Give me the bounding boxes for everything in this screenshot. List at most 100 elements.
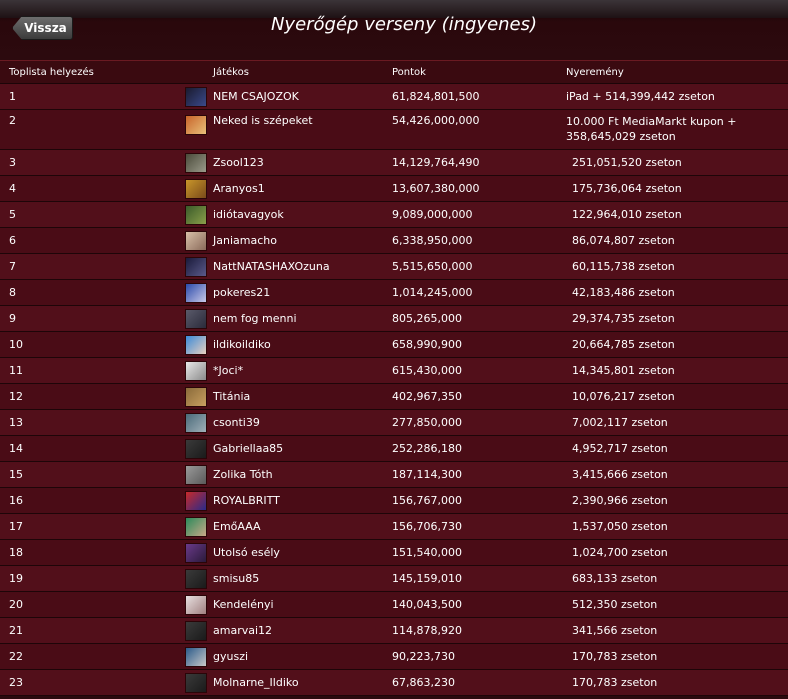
player-avatar[interactable] <box>185 621 207 641</box>
prize-text: 10.000 Ft MediaMarkt kupon + 358,645,029… <box>566 115 737 143</box>
player-name[interactable]: Titánia <box>213 384 250 409</box>
player-name[interactable]: EmőAAA <box>213 514 261 539</box>
prize-text: 60,115,738 zseton <box>572 260 675 273</box>
rank-cell: 12 <box>9 390 23 403</box>
leaderboard-row[interactable]: 4 Aranyos1 13,607,380,000 175,736,064 zseto… <box>0 176 788 202</box>
player-avatar[interactable] <box>185 361 207 381</box>
player-avatar[interactable] <box>185 257 207 277</box>
leaderboard-row[interactable]: 21 amarvai12 114,878,920 341,566 zseton <box>0 618 788 644</box>
leaderboard-row[interactable]: 22 gyuszi 90,223,730 170,783 zseton <box>0 644 788 670</box>
prize-text: 29,374,735 zseton <box>572 312 675 325</box>
player-name[interactable]: Aranyos1 <box>213 176 265 201</box>
points-cell: 5,515,650,000 <box>392 260 473 273</box>
player-name[interactable]: Janiamacho <box>213 228 277 253</box>
player-avatar[interactable] <box>185 647 207 667</box>
player-name[interactable]: NEM CSAJOZOK <box>213 84 299 109</box>
rank-cell: 13 <box>9 416 23 429</box>
player-name[interactable]: *Joci* <box>213 358 243 383</box>
prize-text: 251,051,520 zseton <box>572 156 682 169</box>
leaderboard-row[interactable]: 9 nem fog menni 805,265,000 29,374,735 zset… <box>0 306 788 332</box>
player-avatar[interactable] <box>185 413 207 433</box>
player-name[interactable]: Zsool123 <box>213 150 264 175</box>
prize-cell: 512,350 zseton <box>572 592 782 617</box>
player-avatar[interactable] <box>185 465 207 485</box>
leaderboard-row[interactable]: 8 pokeres21 1,014,245,000 42,183,486 zseton <box>0 280 788 306</box>
player-name[interactable]: Molnarne_Ildiko <box>213 670 299 695</box>
points-cell: 615,430,000 <box>392 364 462 377</box>
rank-cell: 22 <box>9 650 23 663</box>
prize-text: 512,350 zseton <box>572 598 658 611</box>
prize-text: 175,736,064 zseton <box>572 182 682 195</box>
player-avatar[interactable] <box>185 491 207 511</box>
player-avatar[interactable] <box>185 439 207 459</box>
player-avatar[interactable] <box>185 205 207 225</box>
player-avatar[interactable] <box>185 309 207 329</box>
prize-text: 2,390,966 zseton <box>572 494 668 507</box>
prize-cell: 10,076,217 zseton <box>572 384 782 409</box>
player-avatar[interactable] <box>185 179 207 199</box>
rank-cell: 8 <box>9 286 16 299</box>
leaderboard-row[interactable]: 13 csonti39 277,850,000 7,002,117 zseton <box>0 410 788 436</box>
leaderboard-row[interactable]: 18 Utolsó esély 151,540,000 1,024,700 zseto… <box>0 540 788 566</box>
leaderboard-row[interactable]: 15 Zolika Tóth 187,114,300 3,415,666 zseton <box>0 462 788 488</box>
rank-cell: 16 <box>9 494 23 507</box>
player-name[interactable]: idiótavagyok <box>213 202 284 227</box>
points-cell: 6,338,950,000 <box>392 234 473 247</box>
player-name[interactable]: smisu85 <box>213 566 259 591</box>
prize-cell: 86,074,807 zseton <box>572 228 782 253</box>
player-avatar[interactable] <box>185 387 207 407</box>
player-avatar[interactable] <box>185 115 207 135</box>
player-name[interactable]: amarvai12 <box>213 618 272 643</box>
player-avatar[interactable] <box>185 569 207 589</box>
player-name[interactable]: Utolsó esély <box>213 540 280 565</box>
player-name[interactable]: Gabriellaa85 <box>213 436 283 461</box>
player-avatar[interactable] <box>185 335 207 355</box>
leaderboard-row[interactable]: 14 Gabriellaa85 252,286,180 4,952,717 zseto… <box>0 436 788 462</box>
rank-cell: 3 <box>9 156 16 169</box>
column-header-points: Pontok <box>392 66 426 78</box>
points-cell: 156,767,000 <box>392 494 462 507</box>
player-avatar[interactable] <box>185 543 207 563</box>
player-name[interactable]: pokeres21 <box>213 280 270 305</box>
leaderboard-row[interactable]: 2 Neked is szépeket 54,426,000,000 10.000 F… <box>0 110 788 150</box>
player-avatar[interactable] <box>185 673 207 693</box>
leaderboard-row[interactable]: 16 ROYALBRITT 156,767,000 2,390,966 zseton <box>0 488 788 514</box>
prize-cell: 10.000 Ft MediaMarkt kupon + 358,645,029… <box>566 110 776 149</box>
player-avatar[interactable] <box>185 283 207 303</box>
player-name[interactable]: Zolika Tóth <box>213 462 273 487</box>
leaderboard-row[interactable]: 6 Janiamacho 6,338,950,000 86,074,807 zseto… <box>0 228 788 254</box>
player-name[interactable]: Kendelényi <box>213 592 274 617</box>
points-cell: 90,223,730 <box>392 650 455 663</box>
leaderboard-row[interactable]: 17 EmőAAA 156,706,730 1,537,050 zseton <box>0 514 788 540</box>
leaderboard-row[interactable]: 20 Kendelényi 140,043,500 512,350 zseton <box>0 592 788 618</box>
player-avatar[interactable] <box>185 517 207 537</box>
player-name[interactable]: nem fog menni <box>213 306 297 331</box>
player-name[interactable]: ildikoildiko <box>213 332 271 357</box>
leaderboard-row[interactable]: 7 NattNATASHAXOzuna 5,515,650,000 60,115,73… <box>0 254 788 280</box>
player-avatar[interactable] <box>185 595 207 615</box>
prize-cell: 1,537,050 zseton <box>572 514 782 539</box>
leaderboard-row[interactable]: 11 *Joci* 615,430,000 14,345,801 zseton <box>0 358 788 384</box>
prize-cell: 2,390,966 zseton <box>572 488 782 513</box>
player-avatar[interactable] <box>185 153 207 173</box>
player-name[interactable]: gyuszi <box>213 644 248 669</box>
rank-cell: 4 <box>9 182 16 195</box>
leaderboard-row[interactable]: 5 idiótavagyok 9,089,000,000 122,964,010 zs… <box>0 202 788 228</box>
player-name[interactable]: csonti39 <box>213 410 260 435</box>
player-name[interactable]: NattNATASHAXOzuna <box>213 254 330 279</box>
points-cell: 9,089,000,000 <box>392 208 473 221</box>
player-avatar[interactable] <box>185 87 207 107</box>
player-name[interactable]: ROYALBRITT <box>213 488 280 513</box>
points-cell: 54,426,000,000 <box>392 114 480 127</box>
leaderboard-row[interactable]: 19 smisu85 145,159,010 683,133 zseton <box>0 566 788 592</box>
leaderboard-row[interactable]: 1 NEM CSAJOZOK 61,824,801,500 iPad + 514,39… <box>0 84 788 110</box>
leaderboard-row[interactable]: 12 Titánia 402,967,350 10,076,217 zseton <box>0 384 788 410</box>
rank-cell: 10 <box>9 338 23 351</box>
leaderboard-row[interactable]: 3 Zsool123 14,129,764,490 251,051,520 zseto… <box>0 150 788 176</box>
leaderboard-row[interactable]: 10 ildikoildiko 658,990,900 20,664,785 zset… <box>0 332 788 358</box>
prize-cell: 14,345,801 zseton <box>572 358 782 383</box>
player-name[interactable]: Neked is szépeket <box>213 110 313 149</box>
leaderboard-row[interactable]: 23 Molnarne_Ildiko 67,863,230 170,783 zseto… <box>0 670 788 696</box>
player-avatar[interactable] <box>185 231 207 251</box>
column-header-rank: Toplista helyezés <box>9 66 94 78</box>
